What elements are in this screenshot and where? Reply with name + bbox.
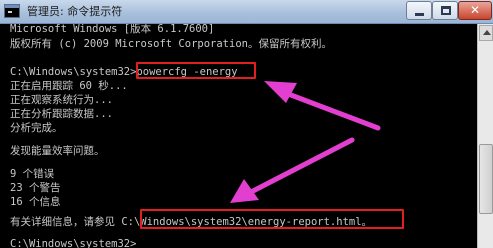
- command-prompt-window: 管理员: 命令提示符 ✕ Microsoft Windows [版本 6.1.7…: [0, 0, 493, 248]
- arrow-to-report-path: [230, 137, 355, 203]
- annotation-arrows: [230, 81, 381, 203]
- arrow-to-command: [264, 81, 381, 131]
